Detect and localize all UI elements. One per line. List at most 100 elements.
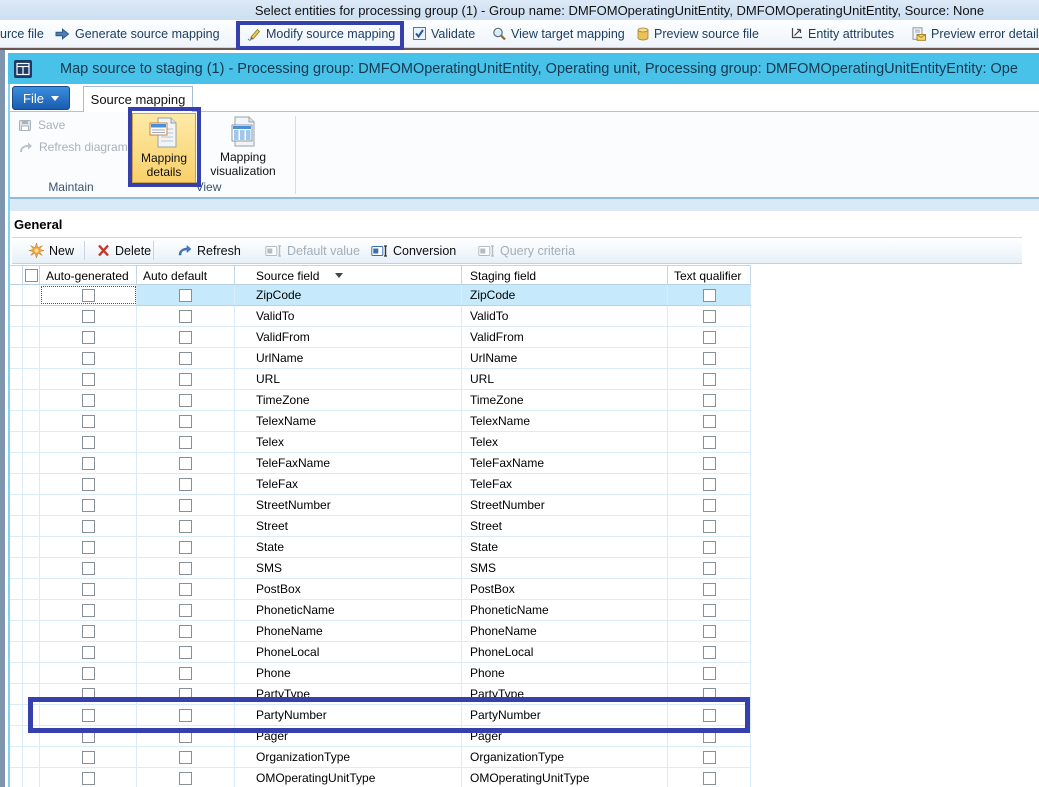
- text-qualifier-checkbox[interactable]: [703, 646, 716, 659]
- auto-generated-cell[interactable]: [40, 390, 137, 410]
- toolbar-item-view-target-mapping[interactable]: View target mapping: [492, 20, 625, 47]
- text-qualifier-cell[interactable]: [668, 306, 751, 326]
- text-qualifier-cell[interactable]: [668, 453, 751, 473]
- staging-field-cell[interactable]: ValidTo: [462, 306, 668, 326]
- staging-field-cell[interactable]: Pager: [462, 726, 668, 746]
- text-qualifier-checkbox[interactable]: [703, 772, 716, 785]
- table-row[interactable]: PartyNumber PartyNumber: [10, 705, 751, 726]
- auto-default-cell[interactable]: [137, 348, 235, 368]
- text-qualifier-checkbox[interactable]: [703, 667, 716, 680]
- auto-default-cell[interactable]: [137, 390, 235, 410]
- row-select-cell[interactable]: [22, 600, 40, 620]
- table-row[interactable]: URL URL: [10, 369, 751, 390]
- auto-default-checkbox[interactable]: [179, 373, 192, 386]
- auto-default-checkbox[interactable]: [179, 562, 192, 575]
- auto-generated-checkbox[interactable]: [82, 625, 95, 638]
- auto-generated-checkbox[interactable]: [82, 751, 95, 764]
- auto-default-cell[interactable]: [137, 327, 235, 347]
- row-select-cell[interactable]: [22, 306, 40, 326]
- source-field-cell[interactable]: URL: [235, 369, 462, 389]
- text-qualifier-cell[interactable]: [668, 537, 751, 557]
- text-qualifier-checkbox[interactable]: [703, 604, 716, 617]
- column-header-auto-default[interactable]: Auto default: [137, 266, 235, 285]
- staging-field-cell[interactable]: PartyType: [462, 684, 668, 704]
- source-field-cell[interactable]: Street: [235, 516, 462, 536]
- auto-generated-checkbox[interactable]: [82, 667, 95, 680]
- staging-field-cell[interactable]: SMS: [462, 558, 668, 578]
- row-select-cell[interactable]: [22, 537, 40, 557]
- auto-default-cell[interactable]: [137, 516, 235, 536]
- refresh-button[interactable]: Refresh: [177, 238, 241, 263]
- table-row[interactable]: TelexName TelexName: [10, 411, 751, 432]
- new-button[interactable]: New: [29, 238, 74, 263]
- table-row[interactable]: PhoneName PhoneName: [10, 621, 751, 642]
- row-select-cell[interactable]: [22, 411, 40, 431]
- table-row[interactable]: Phone Phone: [10, 663, 751, 684]
- auto-generated-checkbox[interactable]: [82, 772, 95, 785]
- auto-default-cell[interactable]: [137, 747, 235, 767]
- text-qualifier-cell[interactable]: [668, 768, 751, 787]
- auto-generated-cell[interactable]: [40, 621, 137, 641]
- text-qualifier-cell[interactable]: [668, 600, 751, 620]
- auto-default-cell[interactable]: [137, 453, 235, 473]
- staging-field-cell[interactable]: PhoneName: [462, 621, 668, 641]
- table-row[interactable]: UrlName UrlName: [10, 348, 751, 369]
- auto-generated-cell[interactable]: [40, 558, 137, 578]
- text-qualifier-checkbox[interactable]: [703, 625, 716, 638]
- toolbar-item-preview-source-file[interactable]: Preview source file: [637, 20, 759, 47]
- source-field-cell[interactable]: SMS: [235, 558, 462, 578]
- text-qualifier-cell[interactable]: [668, 558, 751, 578]
- staging-field-cell[interactable]: ZipCode: [462, 285, 668, 305]
- text-qualifier-cell[interactable]: [668, 684, 751, 704]
- staging-field-cell[interactable]: OrganizationType: [462, 747, 668, 767]
- column-header-text-qualifier[interactable]: Text qualifier: [668, 266, 751, 285]
- auto-generated-checkbox[interactable]: [82, 352, 95, 365]
- auto-generated-checkbox[interactable]: [82, 436, 95, 449]
- auto-generated-cell[interactable]: [40, 495, 137, 515]
- auto-generated-checkbox[interactable]: [82, 415, 95, 428]
- auto-default-checkbox[interactable]: [179, 709, 192, 722]
- text-qualifier-checkbox[interactable]: [703, 373, 716, 386]
- auto-generated-checkbox[interactable]: [82, 730, 95, 743]
- auto-generated-checkbox[interactable]: [82, 709, 95, 722]
- table-row[interactable]: PhoneticName PhoneticName: [10, 600, 751, 621]
- text-qualifier-checkbox[interactable]: [703, 499, 716, 512]
- source-field-cell[interactable]: State: [235, 537, 462, 557]
- toolbar-item-modify-source-mapping[interactable]: Modify source mapping: [247, 20, 395, 47]
- table-row[interactable]: OMOperatingUnitType OMOperatingUnitType: [10, 768, 751, 787]
- table-row[interactable]: Telex Telex: [10, 432, 751, 453]
- auto-generated-cell[interactable]: [40, 411, 137, 431]
- text-qualifier-checkbox[interactable]: [703, 709, 716, 722]
- toolbar-item-validate[interactable]: Validate: [413, 20, 475, 47]
- auto-default-checkbox[interactable]: [179, 289, 192, 302]
- table-row[interactable]: State State: [10, 537, 751, 558]
- auto-generated-cell[interactable]: [40, 285, 137, 305]
- staging-field-cell[interactable]: Street: [462, 516, 668, 536]
- auto-default-checkbox[interactable]: [179, 499, 192, 512]
- text-qualifier-cell[interactable]: [668, 621, 751, 641]
- row-select-cell[interactable]: [22, 726, 40, 746]
- staging-field-cell[interactable]: UrlName: [462, 348, 668, 368]
- auto-default-checkbox[interactable]: [179, 520, 192, 533]
- auto-default-checkbox[interactable]: [179, 352, 192, 365]
- auto-default-checkbox[interactable]: [179, 541, 192, 554]
- staging-field-cell[interactable]: TimeZone: [462, 390, 668, 410]
- row-select-cell[interactable]: [22, 579, 40, 599]
- auto-default-cell[interactable]: [137, 705, 235, 725]
- column-header-auto-generated[interactable]: Auto-generated: [40, 266, 137, 285]
- auto-generated-cell[interactable]: [40, 306, 137, 326]
- table-row[interactable]: PartyType PartyType: [10, 684, 751, 705]
- staging-field-cell[interactable]: StreetNumber: [462, 495, 668, 515]
- auto-generated-checkbox[interactable]: [82, 604, 95, 617]
- source-field-cell[interactable]: OrganizationType: [235, 747, 462, 767]
- text-qualifier-checkbox[interactable]: [703, 730, 716, 743]
- text-qualifier-cell[interactable]: [668, 663, 751, 683]
- text-qualifier-checkbox[interactable]: [703, 457, 716, 470]
- auto-generated-cell[interactable]: [40, 516, 137, 536]
- table-row[interactable]: ValidTo ValidTo: [10, 306, 751, 327]
- auto-generated-cell[interactable]: [40, 453, 137, 473]
- text-qualifier-cell[interactable]: [668, 474, 751, 494]
- staging-field-cell[interactable]: PartyNumber: [462, 705, 668, 725]
- conversion-button[interactable]: Conversion: [371, 238, 456, 263]
- row-select-cell[interactable]: [22, 684, 40, 704]
